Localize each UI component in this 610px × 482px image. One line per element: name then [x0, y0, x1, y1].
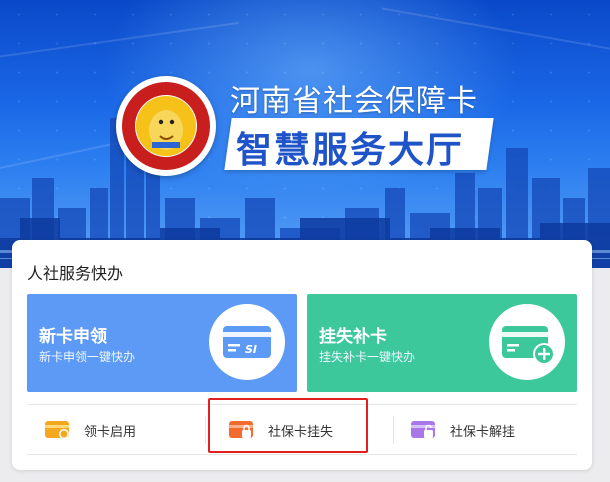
- quick-action-label: 社保卡解挂: [450, 424, 516, 440]
- cancel-card-loss-button[interactable]: 社保卡解挂: [410, 410, 515, 450]
- selection-highlight-box: [208, 398, 368, 453]
- card-activate-button[interactable]: 领卡启用: [44, 410, 136, 450]
- seal-emblem-icon: [118, 78, 214, 174]
- new-card-apply-tile[interactable]: 新卡申领 新卡申领一键快办 SI: [27, 294, 297, 392]
- tile-subtitle: 新卡申领一键快办: [39, 350, 136, 364]
- add-card-icon: [489, 304, 565, 380]
- tile-title: 挂失补卡: [319, 327, 387, 347]
- tile-subtitle: 挂失补卡一键快办: [319, 350, 416, 364]
- banner-subtitle: 智慧服务大厅: [236, 130, 465, 171]
- section-title: 人社服务快办: [27, 264, 124, 283]
- divider: [205, 416, 206, 444]
- hero-banner: 河南省社会保障卡 智慧服务大厅: [0, 0, 610, 268]
- divider: [27, 454, 577, 455]
- report-loss-reissue-tile[interactable]: 挂失补卡 挂失补卡一键快办: [307, 294, 577, 392]
- svg-text:SI: SI: [245, 343, 257, 356]
- card-activate-icon: [45, 421, 69, 439]
- tile-title: 新卡申领: [39, 327, 107, 347]
- card-unlock-icon: [411, 421, 435, 438]
- quick-action-label: 领卡启用: [84, 424, 137, 440]
- social-security-card-logo: [116, 76, 216, 176]
- banner-title: 河南省社会保障卡: [230, 84, 478, 119]
- si-card-icon: SI: [209, 304, 285, 380]
- divider: [393, 416, 394, 444]
